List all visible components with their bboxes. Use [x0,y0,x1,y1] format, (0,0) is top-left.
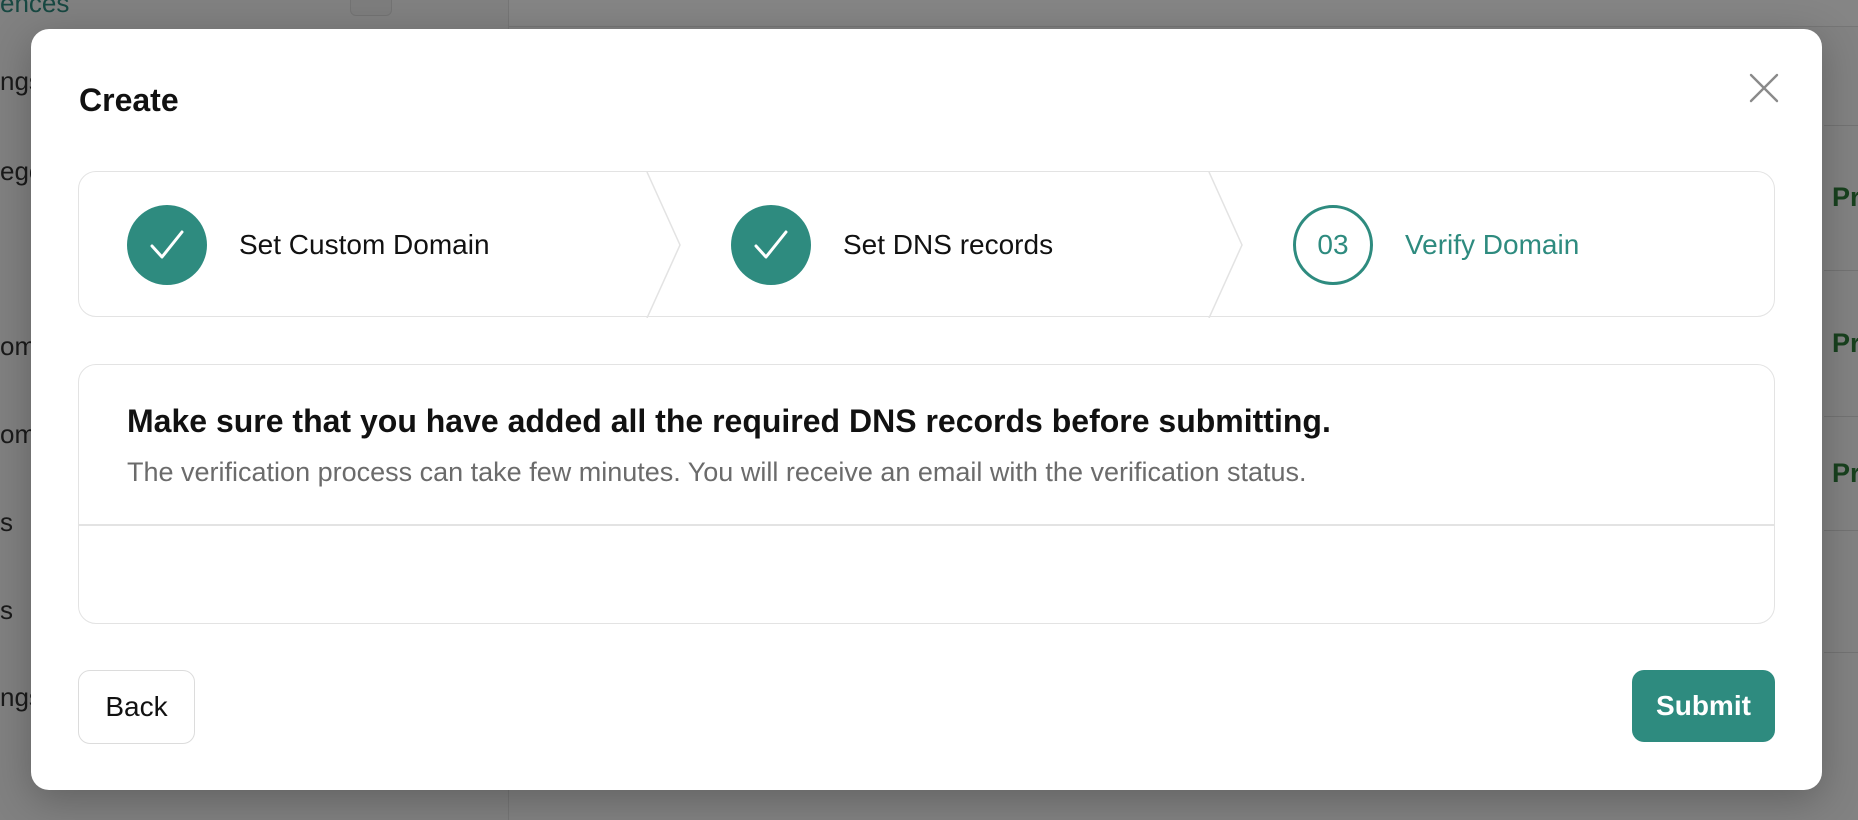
stepper: Set Custom Domain Set DNS records 03 Ver… [78,171,1775,318]
check-icon [150,230,184,259]
step-completed-indicator [731,205,811,285]
verification-info-card: Make sure that you have added all the re… [78,364,1775,624]
step-set-custom-domain: Set Custom Domain [127,172,490,318]
submit-button[interactable]: Submit [1632,670,1775,742]
back-button[interactable]: Back [78,670,195,744]
step-set-dns-records: Set DNS records [731,172,1053,318]
step-completed-indicator [127,205,207,285]
step-separator [646,172,681,318]
check-icon [754,230,788,259]
step-separator [1208,172,1243,318]
step-number-indicator: 03 [1293,205,1373,285]
close-icon [1749,73,1779,103]
modal-title: Create [79,82,179,118]
step-label: Set Custom Domain [239,229,490,260]
step-verify-domain: 03 Verify Domain [1293,172,1579,318]
create-domain-modal: Create Set Custom Domain Set DNS records… [31,29,1822,790]
card-heading: Make sure that you have added all the re… [127,403,1331,439]
close-button[interactable] [1743,67,1785,109]
step-label: Verify Domain [1405,229,1580,260]
step-label: Set DNS records [843,229,1054,260]
card-description: The verification process can take few mi… [127,457,1307,487]
card-divider [79,524,1774,526]
